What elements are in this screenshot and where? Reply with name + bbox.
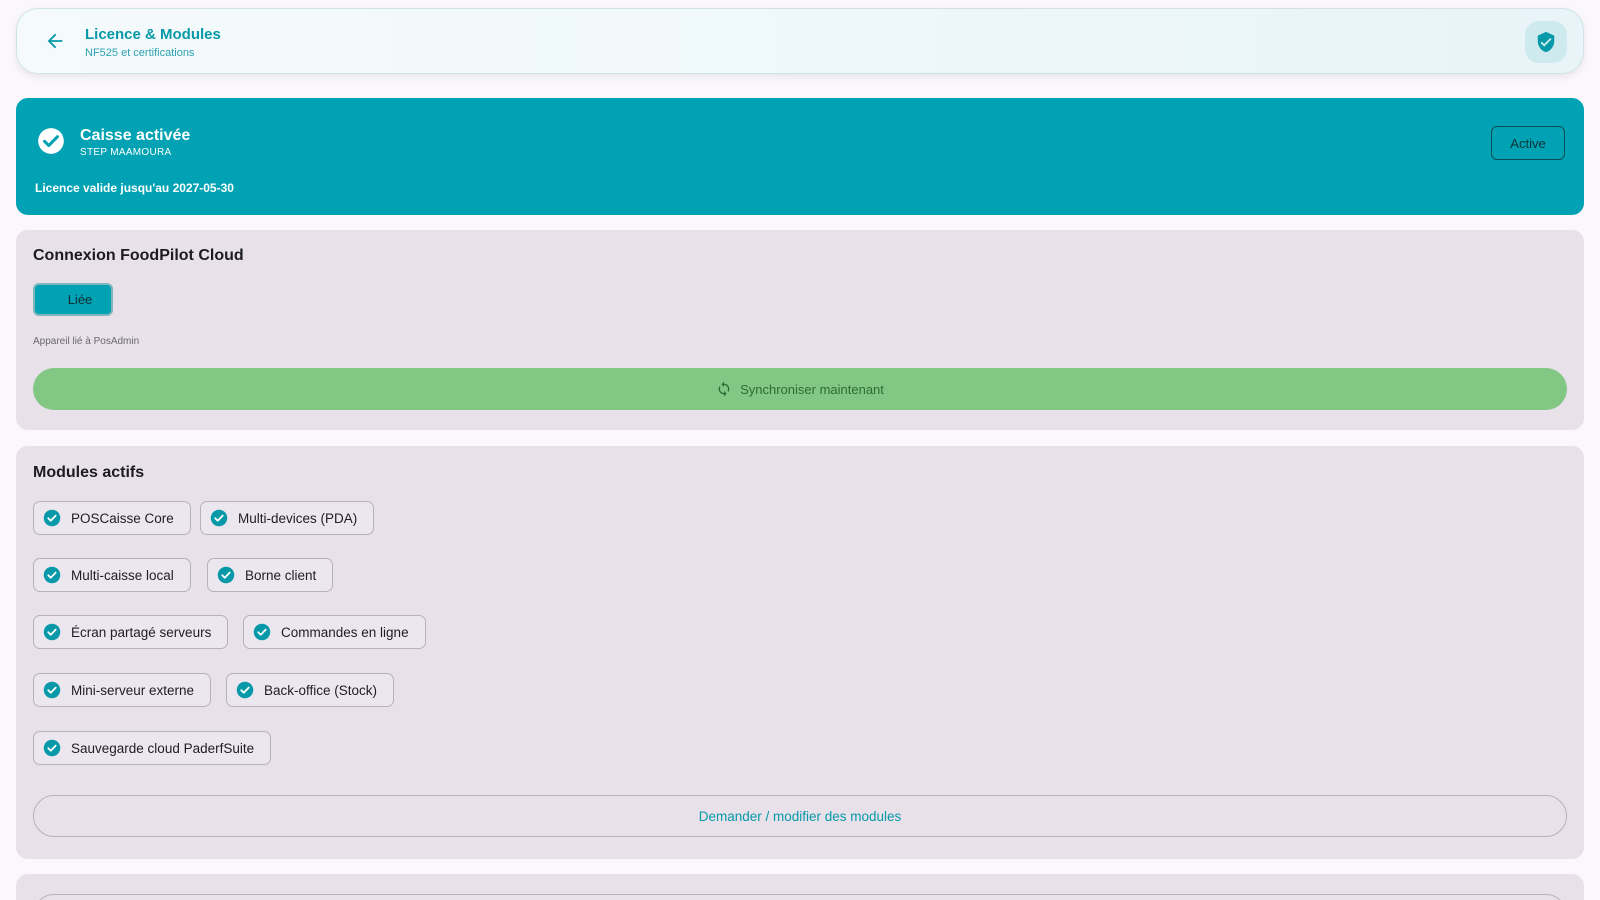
next-card [16,874,1584,900]
page-title: Licence & Modules [85,26,221,43]
module-label: Multi-devices (PDA) [238,510,358,526]
header-titles: Licence & Modules NF525 et certification… [85,26,221,61]
module-chip-multi-devices[interactable]: Multi-devices (PDA) [200,501,375,535]
sync-icon [718,381,730,397]
cloud-title: Connexion FoodPilot Cloud [33,247,244,264]
licence-status-card: Caisse activée STEP MAAMOURA Licence val… [16,98,1584,215]
module-chip-sauvegarde-cloud[interactable]: Sauvegarde cloud PaderfSuite [33,731,272,765]
check-circle-icon [43,566,61,584]
next-card-button-outline[interactable] [33,894,1567,900]
active-status-button[interactable]: Active [1491,126,1565,160]
module-chip-multi-caisse-local[interactable]: Multi-caisse local [33,558,191,592]
page-subtitle: NF525 et certifications [85,47,195,59]
store-name: STEP MAAMOURA [80,147,172,158]
module-chip-borne-client[interactable]: Borne client [207,558,334,592]
module-label: Écran partagé serveurs [71,624,212,640]
sync-now-button[interactable]: Synchroniser maintenant [33,368,1567,410]
check-circle-icon [38,128,64,154]
module-label: Sauvegarde cloud PaderfSuite [71,740,255,756]
licence-title: Caisse activée [80,127,191,144]
modify-modules-button[interactable]: Demander / modifier des modules [33,795,1567,837]
module-label: Multi-caisse local [71,567,174,583]
check-circle-icon [253,623,271,641]
sync-label: Synchroniser maintenant [740,381,884,397]
licence-validity: Licence valide jusqu'au 2027-05-30 [35,181,234,195]
check-circle-icon [43,739,61,757]
module-label: Borne client [245,567,317,583]
module-chip-commandes-en-ligne[interactable]: Commandes en ligne [243,615,426,649]
verified-shield-icon [1537,31,1555,53]
check-circle-icon [43,681,61,699]
check-circle-icon [217,566,235,584]
linked-description: Appareil lié à PosAdmin [33,336,140,347]
linked-label: Liée [67,292,93,307]
module-chip-mini-serveur[interactable]: Mini-serveur externe [33,673,212,707]
arrow-back-icon [47,33,63,49]
modules-title: Modules actifs [33,464,145,481]
linked-status-button[interactable]: Liée [33,283,113,316]
check-circle-icon [210,509,228,527]
module-chip-back-office[interactable]: Back-office (Stock) [226,673,395,707]
app-header: Licence & Modules NF525 et certification… [16,8,1584,74]
module-label: Commandes en ligne [281,624,409,640]
module-chip-poscaisse-core[interactable]: POSCaisse Core [33,501,191,535]
active-modules-card: Modules actifs POSCaisse Core Multi-devi… [16,446,1584,859]
check-circle-icon [43,623,61,641]
module-label: Back-office (Stock) [264,682,378,698]
cloud-connection-card: Connexion FoodPilot Cloud Liée Appareil … [16,230,1584,430]
check-circle-icon [236,681,254,699]
check-circle-icon [43,509,61,527]
modify-modules-label: Demander / modifier des modules [698,808,902,824]
module-chip-ecran-partage[interactable]: Écran partagé serveurs [33,615,229,649]
module-label: Mini-serveur externe [71,682,195,698]
module-label: POSCaisse Core [71,510,174,526]
certification-badge-button[interactable] [1525,21,1567,63]
back-button[interactable] [37,23,73,59]
